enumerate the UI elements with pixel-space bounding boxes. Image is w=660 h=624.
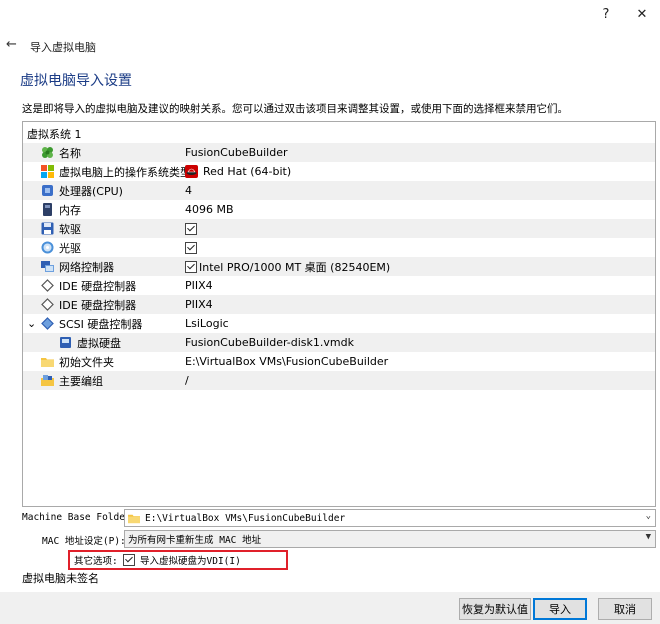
tree-row-ide-controller-1[interactable]: IDE 硬盘控制器 PIIX4	[23, 276, 655, 295]
mac-policy-label: MAC 地址设定(P):	[42, 536, 126, 547]
import-button[interactable]: 导入	[533, 598, 587, 620]
group-icon	[41, 375, 54, 386]
tree-row-value: 4	[185, 184, 192, 197]
tree-row-value: FusionCubeBuilder-disk1.vmdk	[185, 336, 354, 349]
tree-row-label: 名称	[59, 146, 81, 160]
tree-row-os-type[interactable]: 虚拟电脑上的操作系统类型 Red Hat (64-bit)	[23, 162, 655, 181]
base-folder-label: Machine Base Folder:	[22, 512, 137, 523]
tree-row-label: 光驱	[59, 241, 81, 255]
restore-defaults-button[interactable]: 恢复为默认值	[459, 598, 531, 620]
tree-row-optical[interactable]: 光驱	[23, 238, 655, 257]
close-button[interactable]: ✕	[624, 0, 660, 28]
tree-row-label: IDE 硬盘控制器	[59, 279, 137, 293]
folder-icon	[128, 514, 140, 524]
network-checkbox[interactable]	[185, 260, 197, 273]
import-vdi-checkbox[interactable]	[123, 554, 135, 566]
page-heading: 虚拟电脑导入设置	[20, 73, 132, 89]
tree-row-value: PIIX4	[185, 298, 213, 311]
tree-row-virtual-disk[interactable]: 虚拟硬盘 FusionCubeBuilder-disk1.vmdk	[23, 333, 655, 352]
tree-row-scsi-controller[interactable]: ⌄ SCSI 硬盘控制器 LsiLogic	[23, 314, 655, 333]
tree-row-label: 主要编组	[59, 374, 103, 388]
cpu-icon	[42, 185, 53, 196]
base-folder-field[interactable]: E:\VirtualBox VMs\FusionCubeBuilder ⌄	[124, 509, 656, 527]
floppy-checkbox[interactable]	[185, 222, 197, 235]
ide-controller-icon	[41, 298, 54, 311]
tree-row-label: 初始文件夹	[59, 355, 114, 369]
mac-policy-value: 为所有网卡重新生成 MAC 地址	[128, 535, 262, 546]
tree-row-group[interactable]: 主要编组 /	[23, 371, 655, 390]
chevron-down-icon[interactable]: ⌄	[646, 511, 651, 521]
tree-row-value: Red Hat (64-bit)	[203, 165, 292, 178]
tree-row-label: 软驱	[59, 222, 81, 236]
tree-root-row[interactable]: 虚拟系统 1	[23, 124, 655, 143]
wizard-title: 导入虚拟电脑	[30, 41, 96, 54]
ide-controller-icon	[41, 279, 54, 292]
help-button[interactable]: ?	[588, 0, 624, 28]
tree-row-name[interactable]: 名称 FusionCubeBuilder	[23, 143, 655, 162]
hard-disk-icon	[60, 337, 71, 348]
scsi-controller-icon	[41, 317, 54, 330]
tree-row-value: LsiLogic	[185, 317, 229, 330]
back-arrow-icon[interactable]: ←	[6, 37, 17, 52]
tree-root-label: 虚拟系统 1	[27, 127, 82, 141]
import-vdi-option[interactable]: 导入虚拟硬盘为VDI(I)	[123, 553, 241, 567]
other-options-label: 其它选项:	[74, 556, 118, 567]
appliance-settings-tree[interactable]: 虚拟系统 1 名称 FusionCubeBuilder 虚拟电脑上的操作系统类型…	[22, 121, 656, 507]
tree-row-label: 网络控制器	[59, 260, 114, 274]
base-folder-value: E:\VirtualBox VMs\FusionCubeBuilder	[145, 512, 346, 524]
tree-row-value: FusionCubeBuilder	[185, 146, 288, 159]
expand-chevron-icon[interactable]: ⌄	[27, 318, 39, 329]
tree-row-floppy[interactable]: 软驱	[23, 219, 655, 238]
tree-row-value: /	[185, 374, 189, 387]
tree-row-cpu[interactable]: 处理器(CPU) 4	[23, 181, 655, 200]
tree-row-value: E:\VirtualBox VMs\FusionCubeBuilder	[185, 355, 389, 368]
tree-row-memory[interactable]: 内存 4096 MB	[23, 200, 655, 219]
network-icon	[41, 261, 54, 272]
tree-row-value: 4096 MB	[185, 203, 234, 216]
name-icon	[42, 147, 53, 158]
os-type-icon	[41, 165, 54, 178]
dropdown-arrow-icon[interactable]: ▼	[646, 532, 651, 542]
floppy-icon	[41, 222, 54, 235]
tree-row-label: 虚拟电脑上的操作系统类型	[59, 165, 191, 179]
memory-icon	[43, 203, 52, 216]
tree-row-label: 内存	[59, 203, 81, 217]
tree-row-label: 处理器(CPU)	[59, 184, 123, 198]
mac-policy-select[interactable]: 为所有网卡重新生成 MAC 地址 ▼	[124, 530, 656, 548]
optical-drive-checkbox[interactable]	[185, 241, 197, 254]
optical-drive-icon	[41, 241, 54, 254]
tree-row-label: 虚拟硬盘	[77, 336, 121, 350]
tree-row-value: Intel PRO/1000 MT 桌面 (82540EM)	[199, 260, 391, 274]
page-description: 这是即将导入的虚拟电脑及建议的映射关系。您可以通过双击该项目来调整其设置，或使用…	[22, 103, 568, 115]
tree-row-label: IDE 硬盘控制器	[59, 298, 137, 312]
folder-icon	[41, 358, 54, 367]
tree-row-ide-controller-2[interactable]: IDE 硬盘控制器 PIIX4	[23, 295, 655, 314]
tree-row-network[interactable]: 网络控制器 Intel PRO/1000 MT 桌面 (82540EM)	[23, 257, 655, 276]
tree-row-base-folder[interactable]: 初始文件夹 E:\VirtualBox VMs\FusionCubeBuilde…	[23, 352, 655, 371]
tree-row-value: PIIX4	[185, 279, 213, 292]
cancel-button[interactable]: 取消	[598, 598, 652, 620]
redhat-icon	[185, 165, 198, 178]
import-vdi-label: 导入虚拟硬盘为VDI(I)	[140, 556, 241, 567]
tree-row-label: SCSI 硬盘控制器	[59, 317, 143, 331]
signature-status: 虚拟电脑未签名	[22, 572, 99, 585]
